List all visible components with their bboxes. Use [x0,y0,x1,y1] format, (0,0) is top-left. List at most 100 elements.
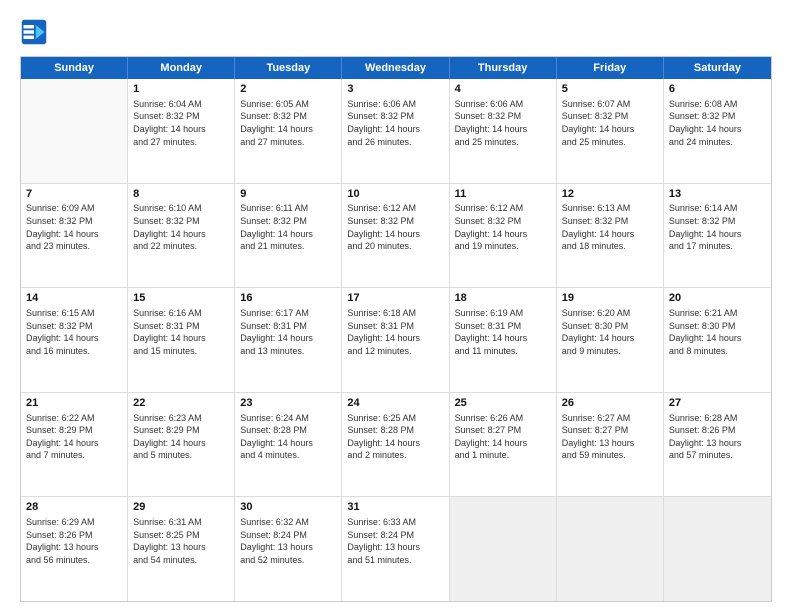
calendar-cell: 9Sunrise: 6:11 AM Sunset: 8:32 PM Daylig… [235,184,342,288]
day-number: 14 [26,291,122,306]
day-number: 23 [240,396,336,411]
day-number: 18 [455,291,551,306]
calendar-cell: 4Sunrise: 6:06 AM Sunset: 8:32 PM Daylig… [450,79,557,183]
day-number: 1 [133,82,229,97]
day-info: Sunrise: 6:08 AM Sunset: 8:32 PM Dayligh… [669,98,766,148]
day-number: 4 [455,82,551,97]
day-info: Sunrise: 6:32 AM Sunset: 8:24 PM Dayligh… [240,516,336,566]
day-info: Sunrise: 6:24 AM Sunset: 8:28 PM Dayligh… [240,412,336,462]
calendar-day-header: Monday [128,57,235,79]
day-number: 27 [669,396,766,411]
calendar-cell: 13Sunrise: 6:14 AM Sunset: 8:32 PM Dayli… [664,184,771,288]
day-info: Sunrise: 6:04 AM Sunset: 8:32 PM Dayligh… [133,98,229,148]
day-number: 31 [347,500,443,515]
day-info: Sunrise: 6:15 AM Sunset: 8:32 PM Dayligh… [26,307,122,357]
day-info: Sunrise: 6:23 AM Sunset: 8:29 PM Dayligh… [133,412,229,462]
day-info: Sunrise: 6:09 AM Sunset: 8:32 PM Dayligh… [26,202,122,252]
day-info: Sunrise: 6:18 AM Sunset: 8:31 PM Dayligh… [347,307,443,357]
calendar-cell: 18Sunrise: 6:19 AM Sunset: 8:31 PM Dayli… [450,288,557,392]
day-info: Sunrise: 6:25 AM Sunset: 8:28 PM Dayligh… [347,412,443,462]
calendar-cell: 19Sunrise: 6:20 AM Sunset: 8:30 PM Dayli… [557,288,664,392]
day-number: 25 [455,396,551,411]
day-info: Sunrise: 6:28 AM Sunset: 8:26 PM Dayligh… [669,412,766,462]
calendar-cell: 7Sunrise: 6:09 AM Sunset: 8:32 PM Daylig… [21,184,128,288]
day-number: 26 [562,396,658,411]
calendar-row: 28Sunrise: 6:29 AM Sunset: 8:26 PM Dayli… [21,497,771,601]
calendar-cell: 21Sunrise: 6:22 AM Sunset: 8:29 PM Dayli… [21,393,128,497]
calendar-cell: 11Sunrise: 6:12 AM Sunset: 8:32 PM Dayli… [450,184,557,288]
page: SundayMondayTuesdayWednesdayThursdayFrid… [0,0,792,612]
calendar-row: 1Sunrise: 6:04 AM Sunset: 8:32 PM Daylig… [21,79,771,184]
day-info: Sunrise: 6:33 AM Sunset: 8:24 PM Dayligh… [347,516,443,566]
day-number: 12 [562,187,658,202]
day-number: 9 [240,187,336,202]
day-number: 21 [26,396,122,411]
day-info: Sunrise: 6:12 AM Sunset: 8:32 PM Dayligh… [455,202,551,252]
calendar-header: SundayMondayTuesdayWednesdayThursdayFrid… [21,57,771,79]
calendar-cell: 16Sunrise: 6:17 AM Sunset: 8:31 PM Dayli… [235,288,342,392]
day-number: 6 [669,82,766,97]
calendar-day-header: Friday [557,57,664,79]
day-info: Sunrise: 6:05 AM Sunset: 8:32 PM Dayligh… [240,98,336,148]
calendar-cell: 28Sunrise: 6:29 AM Sunset: 8:26 PM Dayli… [21,497,128,601]
calendar-cell: 23Sunrise: 6:24 AM Sunset: 8:28 PM Dayli… [235,393,342,497]
calendar-cell: 8Sunrise: 6:10 AM Sunset: 8:32 PM Daylig… [128,184,235,288]
calendar-body: 1Sunrise: 6:04 AM Sunset: 8:32 PM Daylig… [21,79,771,601]
day-number: 7 [26,187,122,202]
calendar-day-header: Thursday [450,57,557,79]
day-number: 3 [347,82,443,97]
calendar-cell: 20Sunrise: 6:21 AM Sunset: 8:30 PM Dayli… [664,288,771,392]
day-info: Sunrise: 6:06 AM Sunset: 8:32 PM Dayligh… [347,98,443,148]
day-info: Sunrise: 6:21 AM Sunset: 8:30 PM Dayligh… [669,307,766,357]
calendar-cell: 24Sunrise: 6:25 AM Sunset: 8:28 PM Dayli… [342,393,449,497]
day-number: 30 [240,500,336,515]
day-number: 16 [240,291,336,306]
day-number: 29 [133,500,229,515]
day-number: 28 [26,500,122,515]
calendar-cell: 30Sunrise: 6:32 AM Sunset: 8:24 PM Dayli… [235,497,342,601]
day-info: Sunrise: 6:06 AM Sunset: 8:32 PM Dayligh… [455,98,551,148]
calendar-cell: 14Sunrise: 6:15 AM Sunset: 8:32 PM Dayli… [21,288,128,392]
day-number: 24 [347,396,443,411]
logo-icon [20,18,48,46]
day-info: Sunrise: 6:10 AM Sunset: 8:32 PM Dayligh… [133,202,229,252]
day-number: 15 [133,291,229,306]
day-info: Sunrise: 6:22 AM Sunset: 8:29 PM Dayligh… [26,412,122,462]
calendar-day-header: Tuesday [235,57,342,79]
day-number: 10 [347,187,443,202]
day-info: Sunrise: 6:16 AM Sunset: 8:31 PM Dayligh… [133,307,229,357]
calendar-row: 14Sunrise: 6:15 AM Sunset: 8:32 PM Dayli… [21,288,771,393]
calendar-cell: 5Sunrise: 6:07 AM Sunset: 8:32 PM Daylig… [557,79,664,183]
day-info: Sunrise: 6:31 AM Sunset: 8:25 PM Dayligh… [133,516,229,566]
logo [20,18,52,46]
day-info: Sunrise: 6:12 AM Sunset: 8:32 PM Dayligh… [347,202,443,252]
day-info: Sunrise: 6:27 AM Sunset: 8:27 PM Dayligh… [562,412,658,462]
calendar-row: 7Sunrise: 6:09 AM Sunset: 8:32 PM Daylig… [21,184,771,289]
calendar-cell: 27Sunrise: 6:28 AM Sunset: 8:26 PM Dayli… [664,393,771,497]
calendar-cell: 6Sunrise: 6:08 AM Sunset: 8:32 PM Daylig… [664,79,771,183]
day-number: 11 [455,187,551,202]
day-info: Sunrise: 6:14 AM Sunset: 8:32 PM Dayligh… [669,202,766,252]
day-info: Sunrise: 6:11 AM Sunset: 8:32 PM Dayligh… [240,202,336,252]
calendar-cell [21,79,128,183]
calendar-cell [557,497,664,601]
day-number: 19 [562,291,658,306]
day-info: Sunrise: 6:13 AM Sunset: 8:32 PM Dayligh… [562,202,658,252]
calendar-cell: 10Sunrise: 6:12 AM Sunset: 8:32 PM Dayli… [342,184,449,288]
calendar-cell: 1Sunrise: 6:04 AM Sunset: 8:32 PM Daylig… [128,79,235,183]
day-number: 20 [669,291,766,306]
calendar-row: 21Sunrise: 6:22 AM Sunset: 8:29 PM Dayli… [21,393,771,498]
calendar: SundayMondayTuesdayWednesdayThursdayFrid… [20,56,772,602]
calendar-day-header: Sunday [21,57,128,79]
day-info: Sunrise: 6:07 AM Sunset: 8:32 PM Dayligh… [562,98,658,148]
calendar-cell [450,497,557,601]
calendar-cell: 17Sunrise: 6:18 AM Sunset: 8:31 PM Dayli… [342,288,449,392]
day-info: Sunrise: 6:17 AM Sunset: 8:31 PM Dayligh… [240,307,336,357]
calendar-cell: 22Sunrise: 6:23 AM Sunset: 8:29 PM Dayli… [128,393,235,497]
day-number: 17 [347,291,443,306]
day-info: Sunrise: 6:19 AM Sunset: 8:31 PM Dayligh… [455,307,551,357]
calendar-cell: 29Sunrise: 6:31 AM Sunset: 8:25 PM Dayli… [128,497,235,601]
day-info: Sunrise: 6:29 AM Sunset: 8:26 PM Dayligh… [26,516,122,566]
calendar-day-header: Wednesday [342,57,449,79]
day-number: 13 [669,187,766,202]
